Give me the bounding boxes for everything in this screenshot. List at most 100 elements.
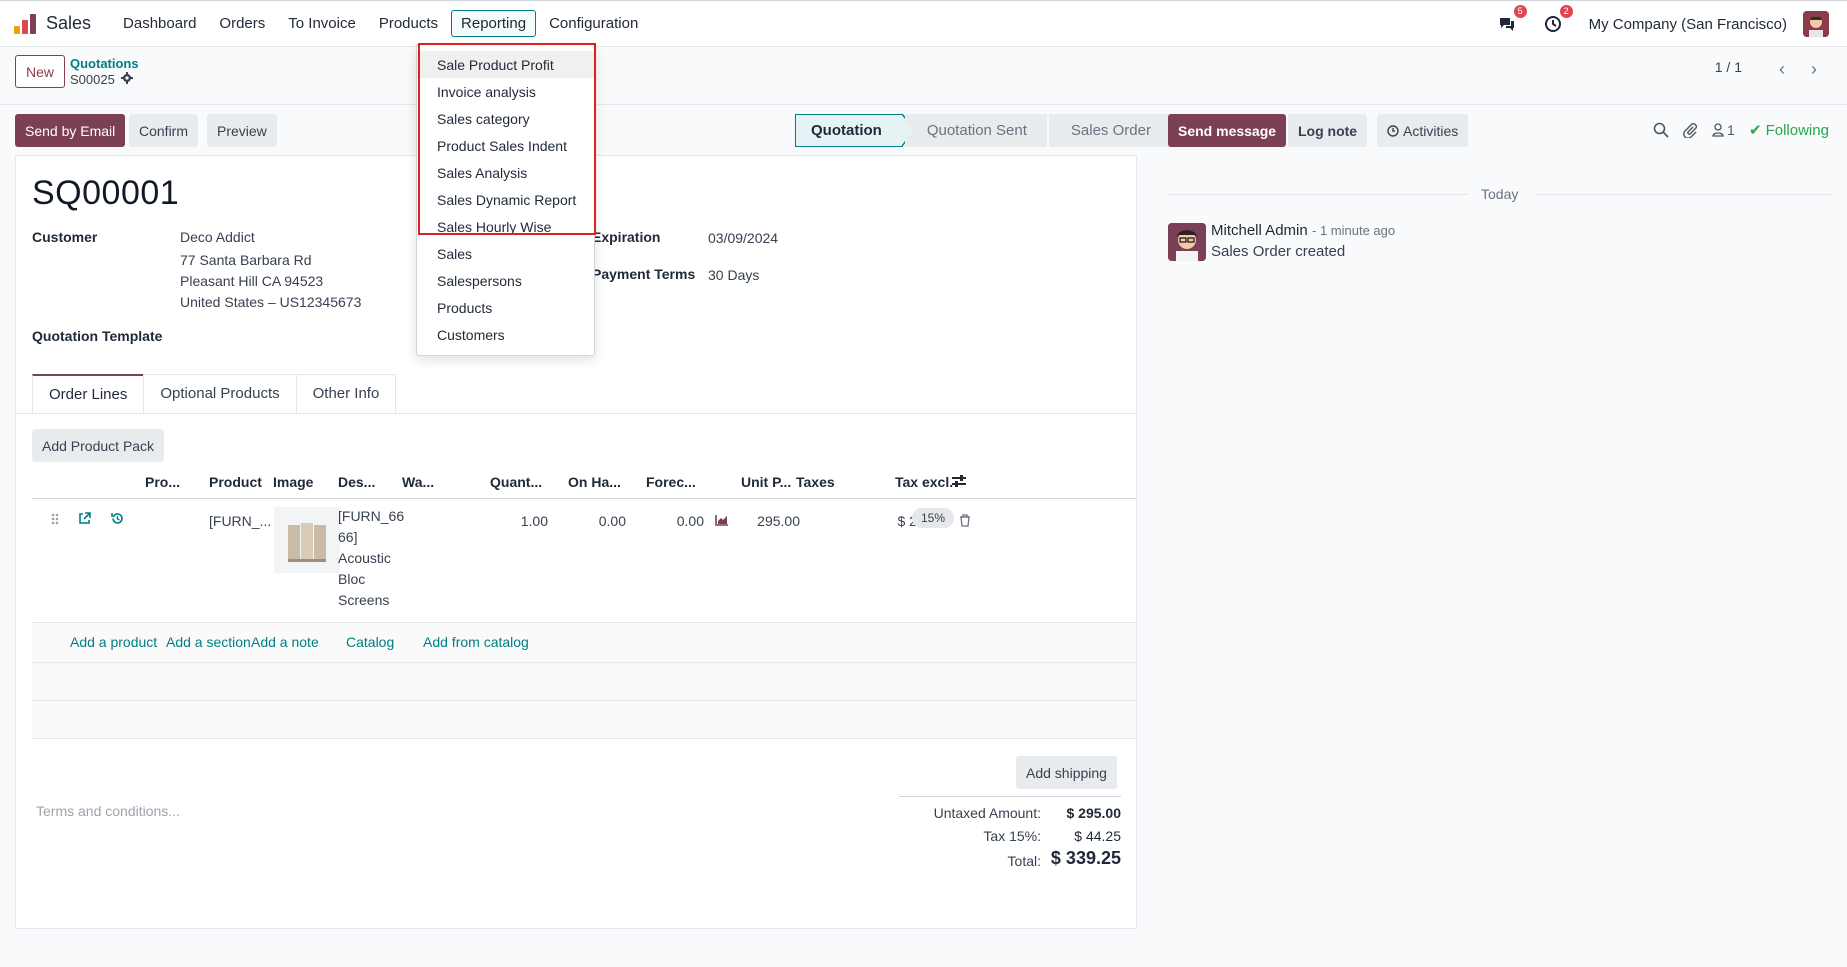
pager-prev-icon[interactable]: ‹ xyxy=(1768,56,1796,82)
drag-handle-icon[interactable] xyxy=(50,512,60,529)
menu-item-sales-dynamic-report[interactable]: Sales Dynamic Report xyxy=(417,186,594,213)
col-warehouse[interactable]: Wa... xyxy=(402,474,434,490)
menu-reporting[interactable]: Reporting xyxy=(451,10,537,37)
send-by-email-button[interactable]: Send by Email xyxy=(15,114,126,147)
menu-item-salespersons[interactable]: Salespersons xyxy=(417,267,594,294)
menu-item-sales-analysis[interactable]: Sales Analysis xyxy=(417,159,594,186)
empty-row xyxy=(32,701,1136,739)
activities-label: Activities xyxy=(1403,122,1459,139)
breadcrumb-current: S00025 xyxy=(70,72,133,87)
page-title: SQ00001 xyxy=(32,174,180,212)
gear-icon[interactable] xyxy=(120,72,133,87)
following-button[interactable]: ✔ Following xyxy=(1749,121,1829,140)
log-note-button[interactable]: Log note xyxy=(1288,114,1368,147)
menu-item-sale-product-profit[interactable]: Sale Product Profit xyxy=(417,51,594,78)
tab-order-lines[interactable]: Order Lines xyxy=(32,374,145,414)
payment-terms-field[interactable]: 30 Days xyxy=(708,265,759,286)
app-name[interactable]: Sales xyxy=(46,13,91,34)
check-icon: ✔ xyxy=(1749,122,1762,139)
odoo-logo-icon[interactable] xyxy=(14,13,36,34)
row-quantity[interactable]: 1.00 xyxy=(498,513,548,529)
menu-to-invoice[interactable]: To Invoice xyxy=(278,10,366,37)
stage-sales-order[interactable]: Sales Order xyxy=(1048,114,1171,147)
stage-quotation-sent[interactable]: Quotation Sent xyxy=(904,114,1047,147)
history-icon[interactable] xyxy=(110,511,125,529)
breadcrumb-quotations[interactable]: Quotations xyxy=(70,56,139,71)
untaxed-label: Untaxed Amount: xyxy=(933,805,1041,821)
row-product[interactable]: [FURN_... xyxy=(209,513,271,529)
tab-other-info[interactable]: Other Info xyxy=(295,374,397,414)
message-avatar[interactable] xyxy=(1168,223,1206,261)
terms-input[interactable]: Terms and conditions... xyxy=(36,803,180,819)
menu-orders[interactable]: Orders xyxy=(209,10,275,37)
row-description[interactable]: [FURN_66 66] Acoustic Bloc Screens xyxy=(338,506,405,611)
activities-badge: 2 xyxy=(1559,5,1573,18)
tax-badge[interactable]: 15% xyxy=(912,508,955,528)
add-shipping-button[interactable]: Add shipping xyxy=(1016,756,1117,789)
pager-next-icon[interactable]: › xyxy=(1800,56,1828,82)
menu-item-sales-hourly-wise[interactable]: Sales Hourly Wise xyxy=(417,213,594,240)
search-icon[interactable] xyxy=(1653,122,1669,142)
payment-terms-label: Payment Terms xyxy=(592,266,696,282)
table-row[interactable]: [FURN_... [FURN_66 66] Acoustic Bloc Scr… xyxy=(32,499,1136,623)
col-product-template[interactable]: Pro... xyxy=(145,474,180,490)
menu-dashboard[interactable]: Dashboard xyxy=(113,10,206,37)
add-line-row: Add a product Add a section Add a note C… xyxy=(32,623,1136,663)
paperclip-icon[interactable] xyxy=(1682,122,1698,142)
form-tabs: Order Lines Optional Products Other Info xyxy=(32,374,397,414)
add-product-link[interactable]: Add a product xyxy=(70,634,157,650)
col-product[interactable]: Product xyxy=(209,474,262,490)
preview-button[interactable]: Preview xyxy=(207,114,277,147)
forecast-chart-icon[interactable] xyxy=(715,513,729,529)
col-on-hand[interactable]: On Ha... xyxy=(568,474,621,490)
customer-address-line3: United States – US12345673 xyxy=(180,294,362,310)
activities-button[interactable]: Activities xyxy=(1377,114,1469,147)
message-author[interactable]: Mitchell Admin xyxy=(1211,222,1308,239)
menu-configuration[interactable]: Configuration xyxy=(539,10,648,37)
menu-item-products[interactable]: Products xyxy=(417,294,594,321)
messages-icon[interactable]: 5 xyxy=(1497,5,1527,34)
confirm-button[interactable]: Confirm xyxy=(129,114,199,147)
followers-button[interactable]: 1 xyxy=(1712,122,1735,138)
add-section-link[interactable]: Add a section xyxy=(166,634,251,650)
pager-value[interactable]: 1 / 1 xyxy=(1715,59,1742,75)
menu-item-invoice-analysis[interactable]: Invoice analysis xyxy=(417,78,594,105)
send-message-button[interactable]: Send message xyxy=(1168,114,1287,147)
col-forecast[interactable]: Forec... xyxy=(646,474,696,490)
add-from-catalog-link[interactable]: Add from catalog xyxy=(423,634,529,650)
separator-line xyxy=(1536,194,1832,195)
activities-clock-icon[interactable]: 2 xyxy=(1543,5,1573,34)
col-description[interactable]: Des... xyxy=(338,474,375,490)
reporting-dropdown-menu: Sale Product Profit Invoice analysis Sal… xyxy=(416,44,595,356)
col-tax-excl[interactable]: Tax excl. xyxy=(895,474,953,490)
menu-item-sales-category[interactable]: Sales category xyxy=(417,105,594,132)
message-body: Sales Order created xyxy=(1211,243,1346,260)
menu-products[interactable]: Products xyxy=(369,10,448,37)
menu-item-customers[interactable]: Customers xyxy=(417,321,594,348)
col-taxes[interactable]: Taxes xyxy=(796,474,835,490)
column-settings-icon[interactable] xyxy=(951,473,967,492)
company-switcher[interactable]: My Company (San Francisco) xyxy=(1589,16,1787,33)
description-line: [FURN_66 xyxy=(338,508,405,524)
tab-optional-products[interactable]: Optional Products xyxy=(143,374,297,414)
col-quantity[interactable]: Quant... xyxy=(490,474,542,490)
status-bar: Quotation Quotation Sent Sales Order xyxy=(795,114,1173,147)
divider xyxy=(0,104,1847,105)
tax-label: Tax 15%: xyxy=(983,828,1041,844)
row-unit-price[interactable]: 295.00 xyxy=(748,513,800,529)
col-image[interactable]: Image xyxy=(273,474,313,490)
customer-name[interactable]: Deco Addict xyxy=(180,227,255,248)
expiration-field[interactable]: 03/09/2024 xyxy=(708,228,778,249)
external-link-icon[interactable] xyxy=(77,511,92,529)
trash-icon[interactable] xyxy=(959,514,971,530)
add-note-link[interactable]: Add a note xyxy=(251,634,319,650)
user-avatar[interactable] xyxy=(1803,11,1829,37)
menu-item-sales[interactable]: Sales xyxy=(417,240,594,267)
new-button[interactable]: New xyxy=(15,55,66,88)
expiration-label: Expiration xyxy=(592,229,661,245)
catalog-link[interactable]: Catalog xyxy=(346,634,394,650)
menu-item-product-sales-indent[interactable]: Product Sales Indent xyxy=(417,132,594,159)
col-unit-price[interactable]: Unit P... xyxy=(741,474,791,490)
add-product-pack-button[interactable]: Add Product Pack xyxy=(32,429,165,462)
stage-quotation[interactable]: Quotation xyxy=(795,114,915,147)
